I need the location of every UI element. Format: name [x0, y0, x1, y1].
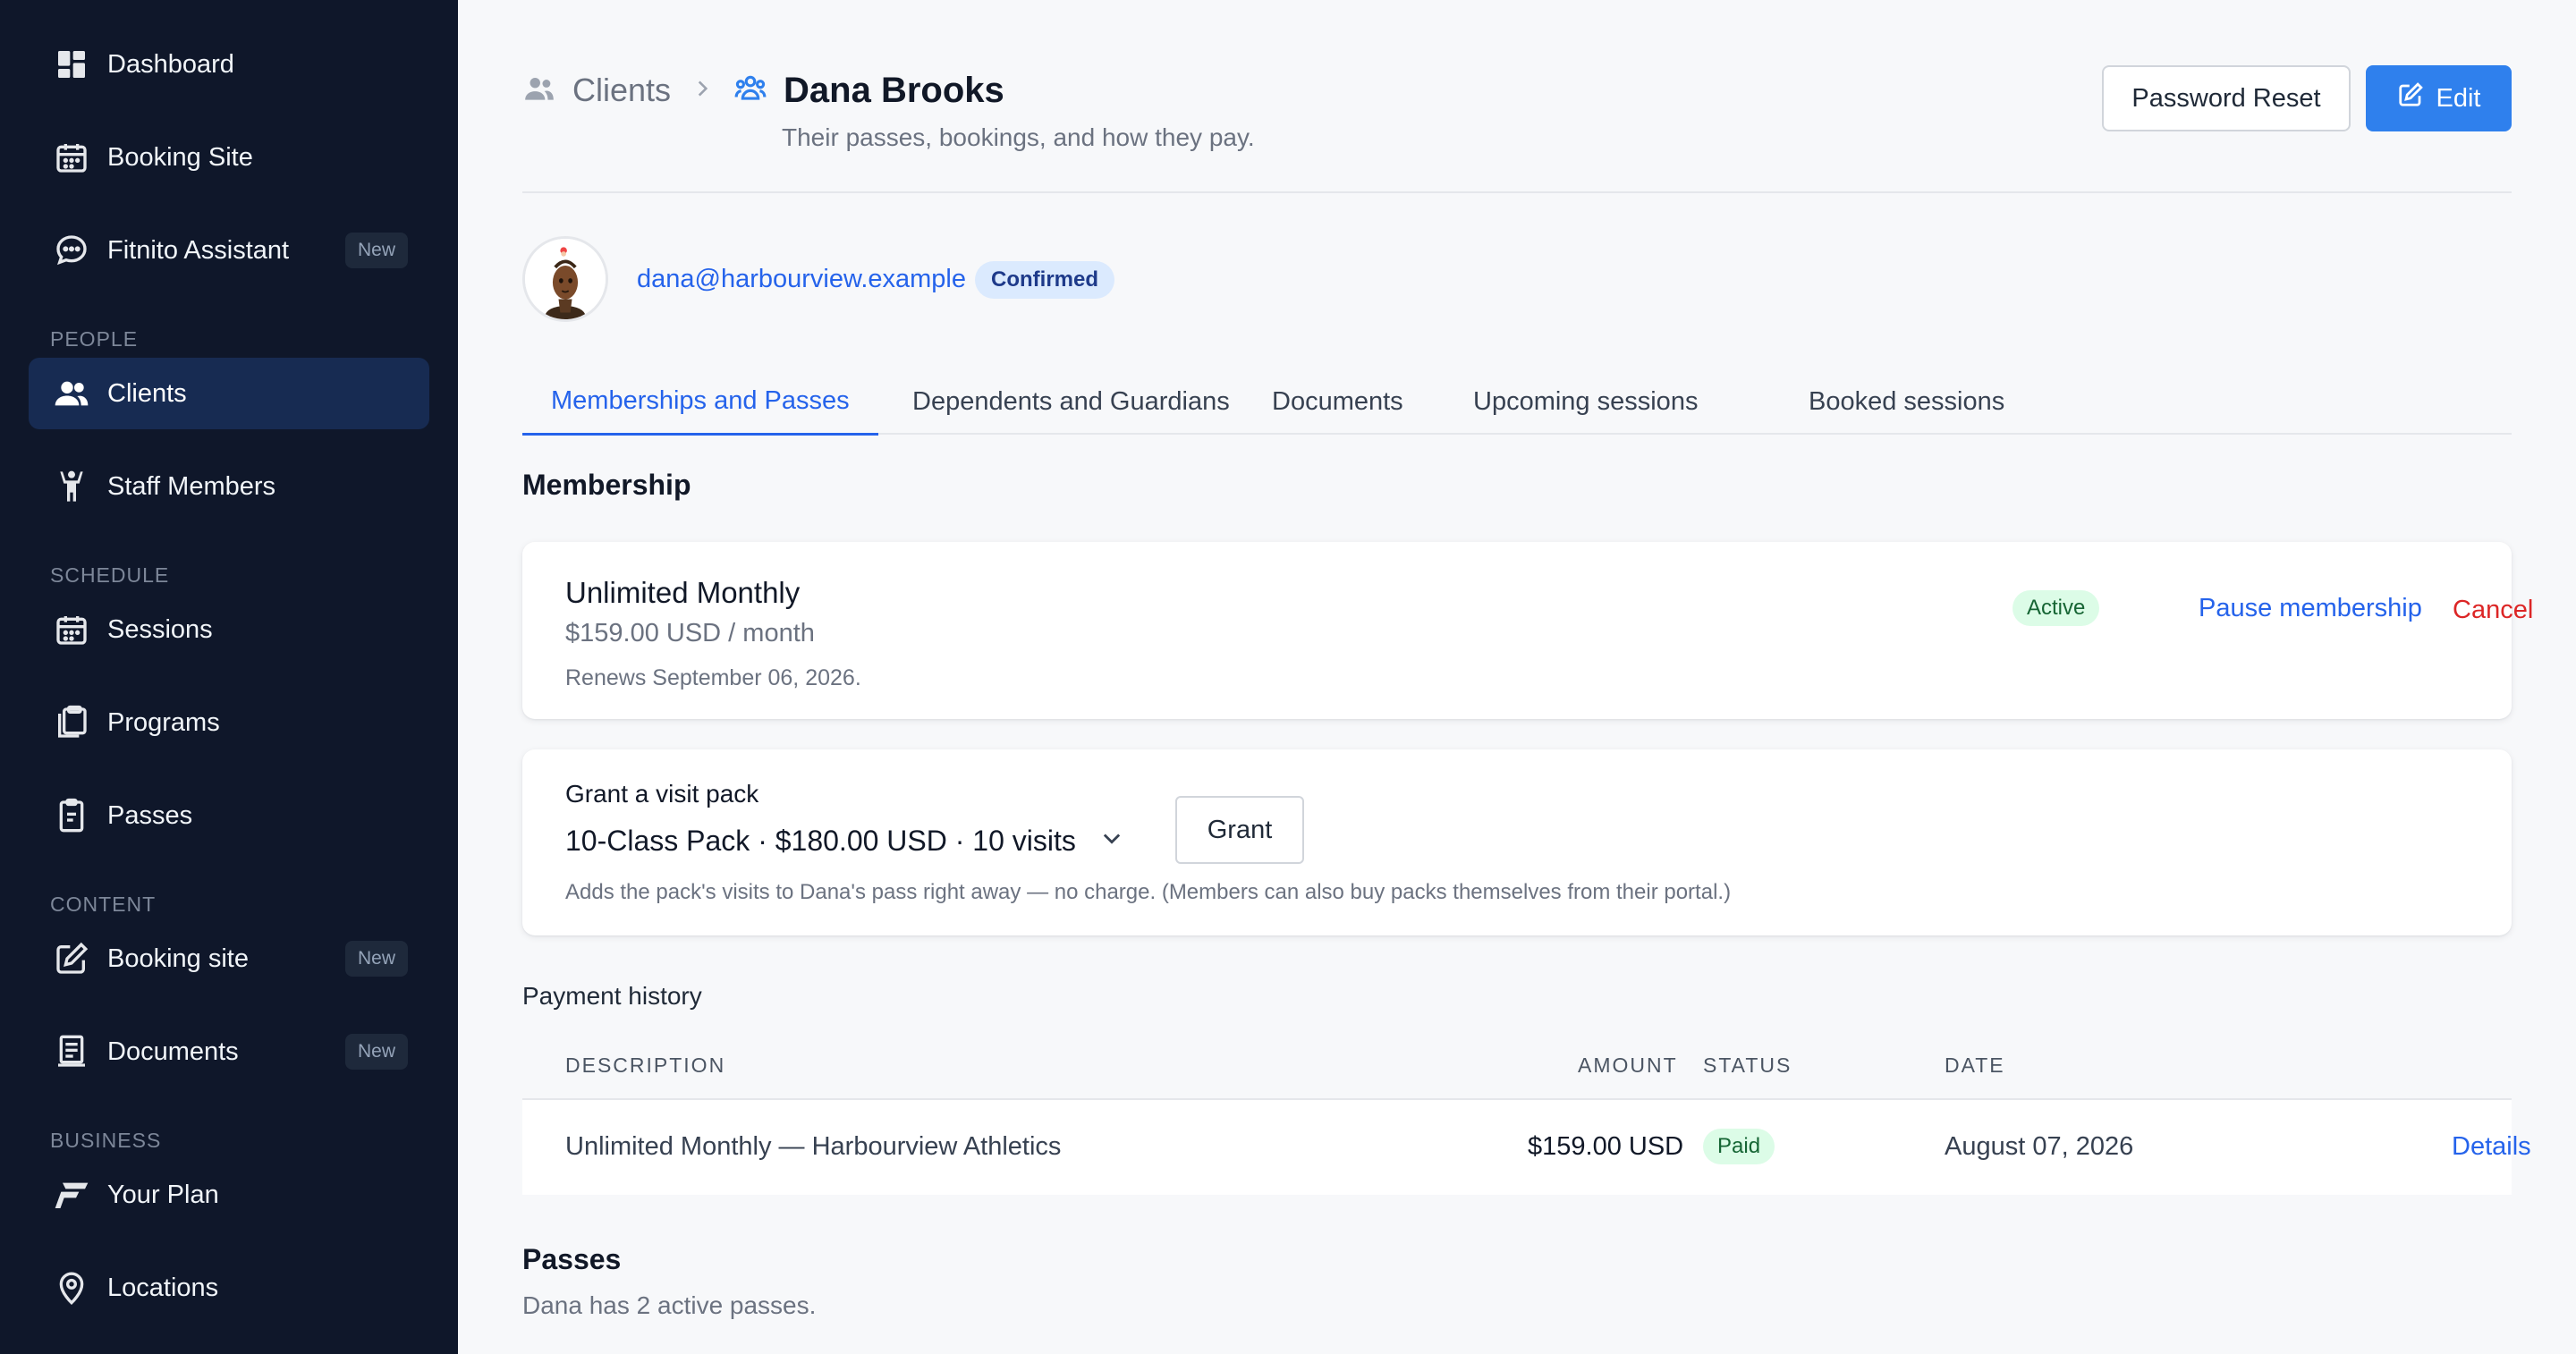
section-label-people: PEOPLE: [50, 327, 139, 351]
sidebar-item-label: Locations: [107, 1273, 219, 1302]
sidebar-item-booking-site[interactable]: Booking Site: [29, 122, 429, 193]
section-label-content: CONTENT: [50, 893, 157, 916]
section-label-schedule: SCHEDULE: [50, 563, 170, 587]
staff-icon: [52, 467, 91, 506]
column-header-description: DESCRIPTION: [565, 1054, 726, 1077]
tab-dependents-and-guardians[interactable]: Dependents and Guardians: [912, 368, 1230, 435]
location-icon: [52, 1268, 91, 1307]
sidebar-item-label: Passes: [107, 800, 193, 830]
passes-heading: Passes: [522, 1243, 622, 1275]
user-group-icon: [733, 72, 767, 110]
document-icon: [52, 1032, 91, 1071]
client-email-link[interactable]: dana@harbourview.example: [637, 265, 966, 294]
sidebar-item-label: Dashboard: [107, 49, 234, 79]
payment-amount: $159.00 USD: [1528, 1132, 1684, 1161]
new-badge: New: [344, 1034, 408, 1070]
chat-icon: [52, 231, 91, 270]
edit-icon: [52, 939, 91, 978]
sidebar-item-sessions[interactable]: Sessions: [29, 594, 429, 665]
sidebar-item-label: Your Plan: [107, 1180, 219, 1209]
sidebar-item-label: Staff Members: [107, 471, 276, 501]
sidebar-item-label: Sessions: [107, 614, 213, 644]
sidebar-item-booking-site-content[interactable]: Booking site New: [29, 923, 429, 994]
fitnito-logo-icon: [52, 1175, 91, 1214]
sidebar-item-programs[interactable]: Programs: [29, 687, 429, 758]
membership-heading: Membership: [522, 469, 691, 501]
passes-summary: Dana has 2 active passes.: [522, 1291, 817, 1319]
sidebar-item-passes[interactable]: Passes: [29, 780, 429, 851]
calendar-icon: [52, 138, 91, 177]
column-header-amount: AMOUNT: [1578, 1054, 1678, 1077]
edit-icon: [2397, 81, 2424, 115]
chevron-right-icon: [691, 77, 714, 105]
status-badge: Confirmed: [975, 261, 1114, 299]
membership-renewal: Renews September 06, 2026.: [565, 665, 861, 690]
table-row: Unlimited Monthly — Harbourview Athletic…: [522, 1100, 2531, 1195]
sidebar-item-label: Clients: [107, 378, 187, 408]
payment-date: August 07, 2026: [1945, 1132, 2134, 1161]
dashboard-icon: [52, 45, 91, 84]
breadcrumb: Clients Dana Brooks: [522, 68, 1004, 113]
tab-upcoming-sessions[interactable]: Upcoming sessions: [1473, 368, 1698, 435]
page-subtitle: Their passes, bookings, and how they pay…: [782, 123, 1255, 151]
clipboard-icon: [52, 703, 91, 742]
visit-pack-select[interactable]: 10-Class Pack · $180.00 USD · 10 visits: [565, 825, 1124, 858]
edit-button-label: Edit: [2436, 83, 2481, 113]
payment-details-link[interactable]: Details: [2452, 1132, 2531, 1162]
sidebar: Dashboard Booking Site Fitnito Assistant…: [0, 0, 458, 1354]
sidebar-item-locations[interactable]: Locations: [29, 1252, 429, 1324]
pause-membership-link[interactable]: Pause membership: [2199, 594, 2422, 623]
column-header-status: STATUS: [1703, 1054, 1792, 1077]
sidebar-item-your-plan[interactable]: Your Plan: [29, 1159, 429, 1231]
membership-card: Unlimited Monthly $159.00 USD / month Re…: [522, 542, 2533, 719]
membership-price: $159.00 USD / month: [565, 619, 815, 647]
tab-memberships-and-passes[interactable]: Memberships and Passes: [522, 368, 878, 436]
chevron-down-icon: [1099, 825, 1124, 858]
tab-booked-sessions[interactable]: Booked sessions: [1809, 368, 2004, 435]
tab-bar: Memberships and Passes Dependents and Gu…: [522, 368, 2512, 436]
edit-button[interactable]: Edit: [2366, 65, 2512, 131]
page-title: Dana Brooks: [784, 70, 1004, 110]
users-icon: [522, 72, 556, 110]
sidebar-item-label: Booking site: [107, 944, 249, 973]
table-header: DESCRIPTION AMOUNT STATUS DATE: [522, 1034, 2512, 1100]
sidebar-item-documents[interactable]: Documents New: [29, 1016, 429, 1087]
payment-description: Unlimited Monthly — Harbourview Athletic…: [565, 1132, 1062, 1161]
calendar-icon: [52, 610, 91, 649]
status-badge: Active: [2012, 590, 2100, 626]
sidebar-item-label: Fitnito Assistant: [107, 235, 290, 265]
sidebar-item-fitnito-assistant[interactable]: Fitnito Assistant New: [29, 215, 429, 286]
new-badge: New: [344, 233, 408, 268]
sidebar-item-label: Documents: [107, 1037, 239, 1066]
section-label-business: BUSINESS: [50, 1129, 162, 1152]
main-content: Clients Dana Brooks Their passes, bookin…: [458, 0, 2576, 1354]
password-reset-button[interactable]: Password Reset: [2102, 65, 2351, 131]
sidebar-item-clients[interactable]: Clients: [29, 358, 429, 429]
status-badge: Paid: [1703, 1129, 1775, 1164]
sidebar-item-staff-members[interactable]: Staff Members: [29, 451, 429, 522]
sidebar-item-label: Booking Site: [107, 142, 253, 172]
pass-icon: [52, 796, 91, 835]
column-header-date: DATE: [1945, 1054, 2005, 1077]
payment-history-title: Payment history: [522, 982, 702, 1010]
visit-pack-selected-value: 10-Class Pack · $180.00 USD · 10 visits: [565, 825, 1076, 857]
breadcrumb-clients-link[interactable]: Clients: [572, 72, 671, 109]
grant-pack-label: Grant a visit pack: [565, 780, 759, 808]
new-badge: New: [344, 941, 408, 977]
users-icon: [52, 374, 91, 413]
membership-name: Unlimited Monthly: [565, 576, 801, 609]
grant-help-text: Adds the pack's visits to Dana's pass ri…: [565, 880, 1732, 904]
sidebar-item-label: Programs: [107, 707, 220, 737]
tab-documents[interactable]: Documents: [1272, 368, 1403, 435]
header-divider: [522, 191, 2512, 193]
avatar: [522, 236, 608, 322]
sidebar-item-dashboard[interactable]: Dashboard: [29, 29, 429, 100]
cancel-membership-link[interactable]: Cancel: [2453, 596, 2533, 625]
grant-pack-card: Grant a visit pack 10-Class Pack · $180.…: [522, 749, 2512, 935]
grant-button[interactable]: Grant: [1175, 796, 1304, 864]
